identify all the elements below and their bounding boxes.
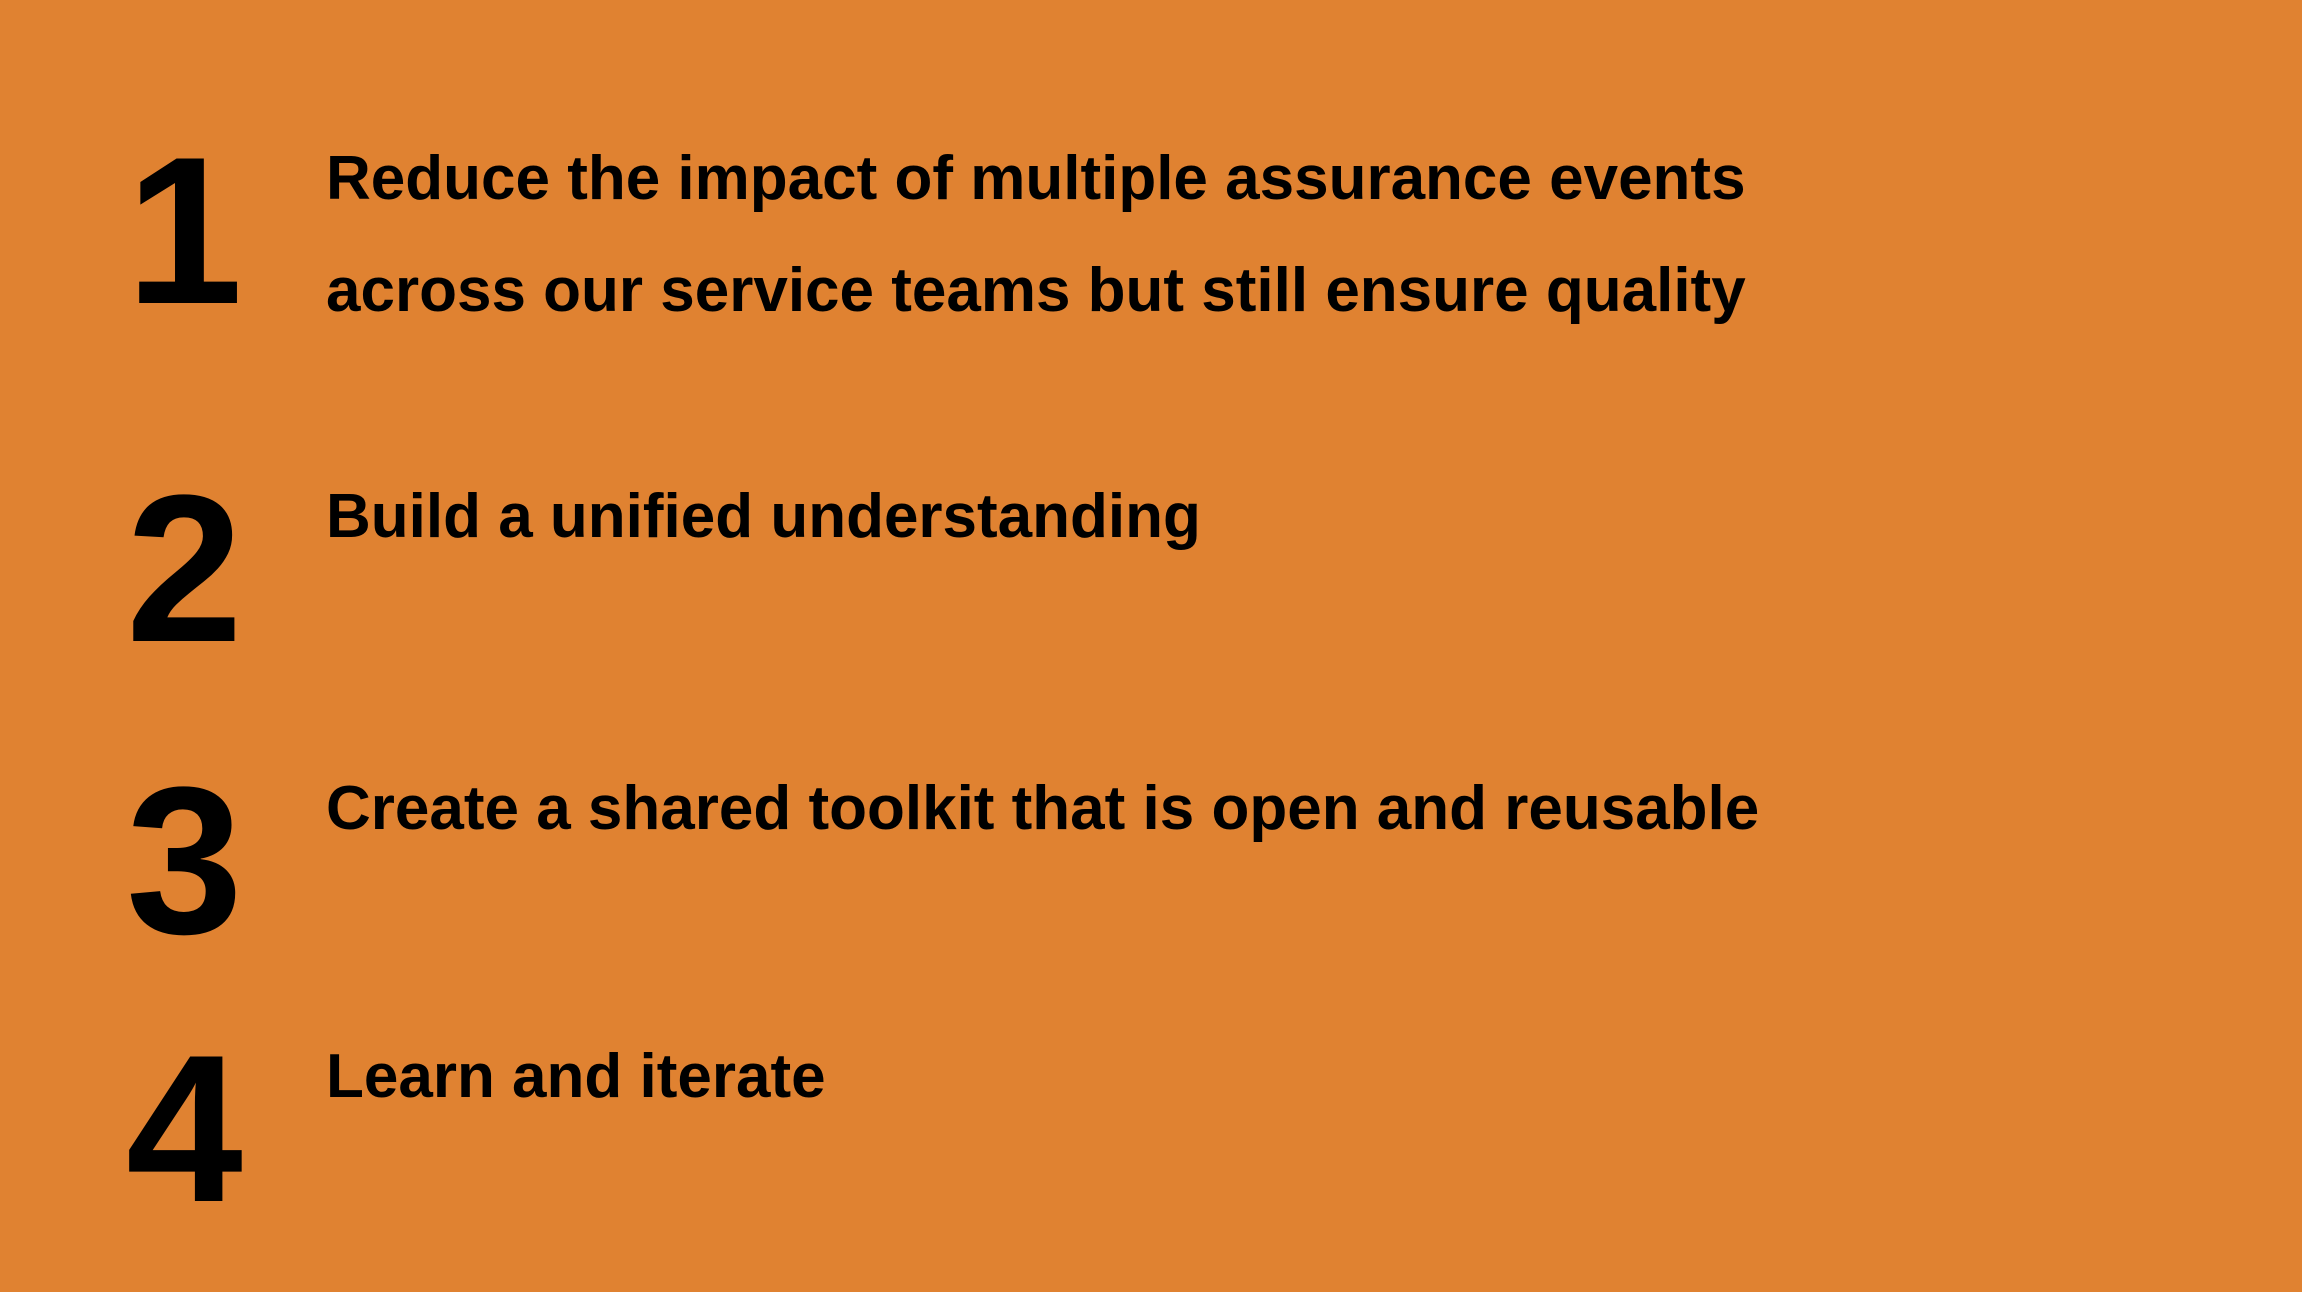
item-number: 4 — [126, 1011, 243, 1246]
item-text-line: across our service teams but still ensur… — [326, 256, 1746, 325]
item-text-line: Create a shared toolkit that is open and… — [326, 774, 1760, 843]
item-text: Build a unified understanding — [326, 461, 2226, 573]
item-text: Reduce the impact of multiple assurance … — [326, 123, 2226, 347]
item-number: 3 — [126, 743, 243, 978]
item-number: 2 — [126, 451, 243, 686]
item-text-line: Learn and iterate — [326, 1042, 826, 1111]
item-text: Learn and iterate — [326, 1021, 2226, 1133]
item-text-line: Reduce the impact of multiple assurance … — [326, 144, 1746, 213]
item-text: Create a shared toolkit that is open and… — [326, 753, 2226, 865]
item-number: 1 — [126, 113, 243, 348]
item-text-line: Build a unified understanding — [326, 482, 1201, 551]
slide: 1 Reduce the impact of multiple assuranc… — [0, 0, 2302, 1292]
